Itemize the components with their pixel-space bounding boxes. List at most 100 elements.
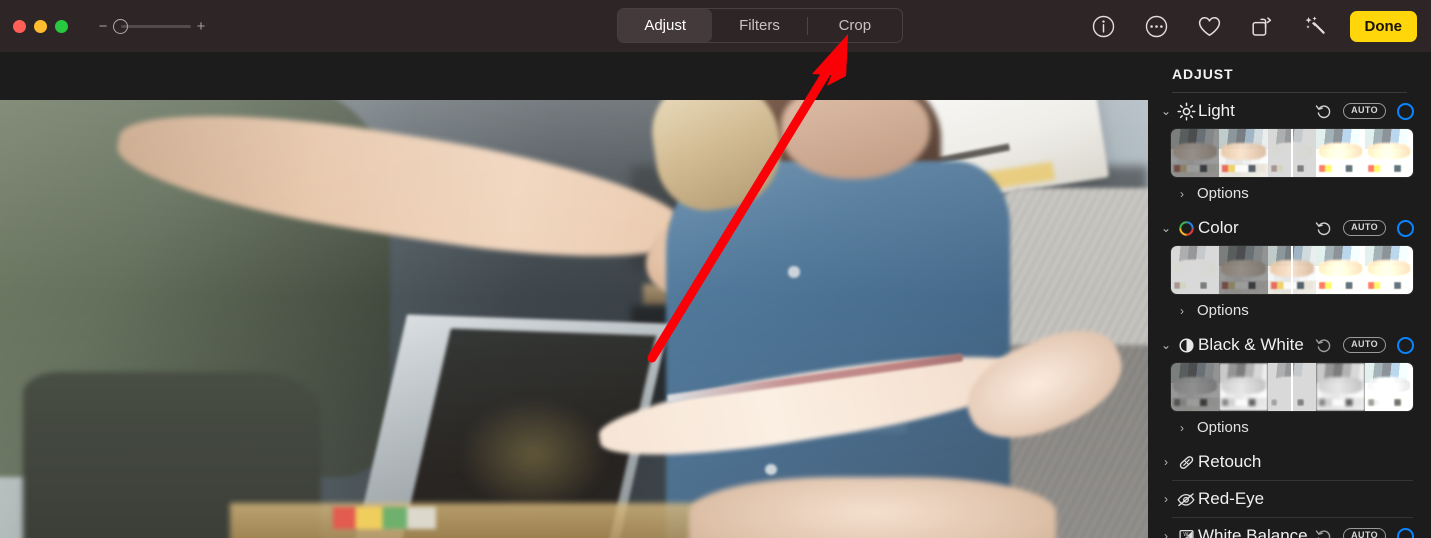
section-header-white-balance[interactable]: › W B White Balance AUTO	[1148, 518, 1431, 538]
zoom-in-icon[interactable]: +	[194, 19, 208, 34]
sun-icon	[1174, 101, 1198, 121]
strip-position-marker[interactable]	[1291, 129, 1293, 177]
strip-thumbnail[interactable]	[1171, 129, 1220, 177]
photos-editor-window: − + Adjust Filters Crop Done ADJUST ⌄ Li…	[0, 0, 1431, 538]
color-wheel-icon	[1174, 219, 1198, 238]
auto-button-color[interactable]: AUTO	[1343, 220, 1386, 236]
photo-laptop-glow	[459, 397, 609, 512]
options-row-light[interactable]: › Options	[1148, 177, 1431, 210]
section-label-retouch: Retouch	[1198, 452, 1262, 471]
options-row-black-and-white[interactable]: › Options	[1148, 411, 1431, 444]
section-header-color[interactable]: ⌄ Color AUTO	[1148, 210, 1431, 246]
enable-toggle-color[interactable]	[1397, 219, 1414, 237]
auto-button-white-balance[interactable]: AUTO	[1343, 528, 1386, 538]
chevron-right-icon[interactable]: ›	[1158, 492, 1174, 506]
strip-thumbnail[interactable]	[1219, 363, 1268, 411]
mode-segmented-control: Adjust Filters Crop	[617, 8, 903, 43]
strip-position-marker[interactable]	[1291, 246, 1293, 294]
chevron-down-icon[interactable]: ⌄	[1158, 221, 1174, 235]
done-button[interactable]: Done	[1349, 10, 1417, 42]
auto-button-black-and-white[interactable]: AUTO	[1343, 337, 1386, 353]
photo-hands-lower	[688, 476, 1057, 538]
section-header-black-and-white[interactable]: ⌄ Black & White AUTO	[1148, 327, 1431, 363]
chevron-right-icon[interactable]: ›	[1174, 421, 1190, 435]
photo-canvas	[0, 52, 1148, 538]
enable-toggle-white-balance[interactable]	[1397, 527, 1414, 538]
strip-thumbnail[interactable]	[1316, 246, 1365, 294]
chevron-right-icon[interactable]: ›	[1158, 529, 1174, 538]
edited-photo[interactable]	[0, 100, 1148, 538]
zoom-out-icon[interactable]: −	[96, 19, 110, 34]
reset-icon[interactable]	[1315, 103, 1332, 120]
heart-icon	[1198, 16, 1220, 36]
rotate-icon	[1252, 16, 1272, 36]
zoom-slider-knob[interactable]	[113, 18, 128, 34]
strip-thumbnail[interactable]	[1364, 246, 1413, 294]
adjust-sidebar: ADJUST ⌄ Light AUTO › Options ⌄ Color AU…	[1148, 52, 1431, 538]
section-header-red-eye[interactable]: › Red-Eye	[1148, 481, 1431, 517]
photo-denim-button-lower	[764, 463, 778, 475]
reset-icon[interactable]	[1315, 337, 1332, 354]
black-and-white-adjustment-strip[interactable]	[1171, 363, 1413, 411]
section-controls-light: AUTO	[1315, 102, 1414, 120]
strip-thumbnail[interactable]	[1171, 246, 1220, 294]
section-header-light[interactable]: ⌄ Light AUTO	[1148, 93, 1431, 129]
strip-position-marker[interactable]	[1291, 363, 1293, 411]
section-controls-black-and-white: AUTO	[1315, 336, 1414, 354]
auto-enhance-button[interactable]	[1289, 0, 1342, 52]
sidebar-title: ADJUST	[1172, 66, 1234, 82]
toolbar-actions: Done	[1077, 0, 1417, 52]
photo-books	[332, 507, 437, 530]
section-label-red-eye: Red-Eye	[1198, 489, 1265, 508]
tab-filters[interactable]: Filters	[712, 9, 806, 42]
maximize-button[interactable]	[55, 19, 68, 33]
chevron-down-icon[interactable]: ⌄	[1158, 338, 1174, 352]
reset-icon[interactable]	[1315, 528, 1332, 538]
contrast-icon	[1174, 336, 1198, 355]
chevron-down-icon[interactable]: ⌄	[1158, 104, 1174, 118]
strip-thumbnail[interactable]	[1219, 129, 1268, 177]
white-balance-icon: W B	[1174, 527, 1198, 538]
adjust-section-black-and-white: ⌄ Black & White AUTO › Options	[1148, 327, 1431, 444]
tab-crop-label: Crop	[838, 17, 872, 34]
strip-thumbnail[interactable]	[1364, 129, 1413, 177]
magic-wand-icon	[1305, 16, 1325, 34]
tab-adjust-label: Adjust	[644, 17, 687, 34]
chevron-right-icon[interactable]: ›	[1174, 304, 1190, 318]
options-row-color[interactable]: › Options	[1148, 294, 1431, 327]
section-label-black-and-white: Black & White	[1198, 335, 1304, 354]
info-button[interactable]	[1077, 0, 1130, 52]
rotate-button[interactable]	[1236, 0, 1289, 52]
zoom-slider-bar	[121, 24, 191, 28]
light-adjustment-strip[interactable]	[1171, 129, 1413, 177]
window-toolbar: − + Adjust Filters Crop Done	[0, 0, 1431, 52]
strip-thumbnail[interactable]	[1171, 363, 1220, 411]
color-adjustment-strip[interactable]	[1171, 246, 1413, 294]
more-button[interactable]	[1130, 0, 1183, 52]
strip-thumbnail[interactable]	[1316, 363, 1365, 411]
traffic-lights	[13, 19, 68, 33]
more-icon	[1145, 15, 1167, 37]
adjust-section-light: ⌄ Light AUTO › Options	[1148, 93, 1431, 210]
auto-button-light[interactable]: AUTO	[1343, 103, 1386, 119]
enable-toggle-light[interactable]	[1397, 102, 1414, 120]
section-header-retouch[interactable]: › Retouch	[1148, 444, 1431, 480]
tab-adjust[interactable]: Adjust	[618, 9, 713, 42]
strip-thumbnail[interactable]	[1364, 363, 1413, 411]
zoom-slider-control[interactable]: − +	[96, 18, 208, 34]
chevron-right-icon[interactable]: ›	[1174, 187, 1190, 201]
section-controls-white-balance: AUTO	[1315, 527, 1414, 538]
tab-crop[interactable]: Crop	[808, 9, 902, 42]
info-icon	[1092, 15, 1114, 37]
chevron-right-icon[interactable]: ›	[1158, 455, 1174, 469]
strip-thumbnail[interactable]	[1219, 246, 1268, 294]
zoom-slider-track[interactable]	[113, 18, 191, 34]
strip-thumbnail[interactable]	[1316, 129, 1365, 177]
enable-toggle-black-and-white[interactable]	[1397, 336, 1414, 354]
minimize-button[interactable]	[34, 19, 47, 33]
close-button[interactable]	[13, 19, 26, 33]
adjust-section-color: ⌄ Color AUTO › Options	[1148, 210, 1431, 327]
favorite-button[interactable]	[1183, 0, 1236, 52]
reset-icon[interactable]	[1315, 220, 1332, 237]
section-label-white-balance: White Balance	[1198, 526, 1308, 538]
